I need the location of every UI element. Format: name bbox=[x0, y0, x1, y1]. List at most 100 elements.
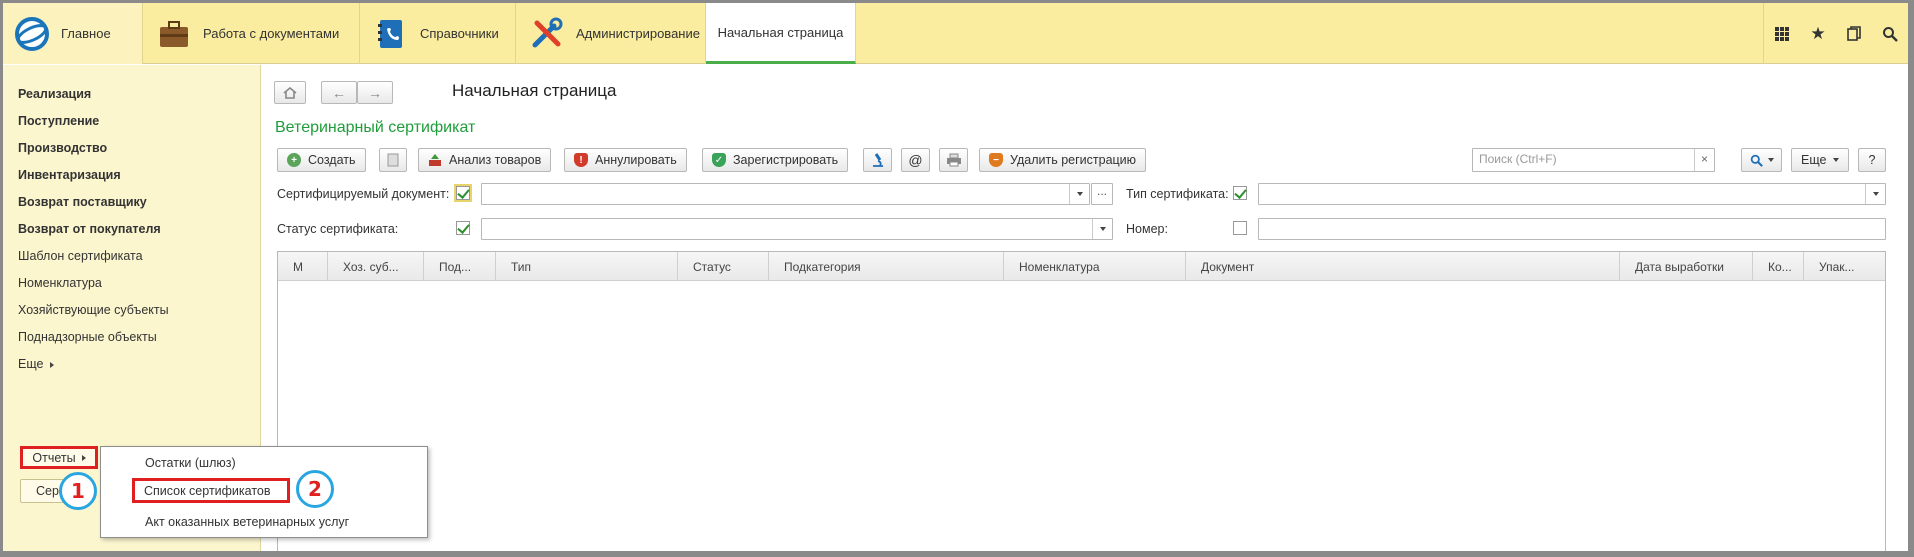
register-label: Зарегистрировать bbox=[733, 153, 839, 167]
section-main-label: Главное bbox=[61, 26, 111, 41]
section-documents-label: Работа с документами bbox=[203, 26, 340, 41]
main-content: ← → Начальная страница Ветеринарный серт… bbox=[262, 65, 1908, 551]
app-logo-icon bbox=[15, 16, 49, 51]
chevron-down-icon[interactable] bbox=[1069, 184, 1089, 204]
clear-icon[interactable]: × bbox=[1694, 149, 1714, 171]
number-checkbox[interactable] bbox=[1233, 221, 1247, 235]
create-button-label: Создать bbox=[308, 153, 356, 167]
sidebar-item-more[interactable]: Еще bbox=[18, 357, 54, 371]
delete-registration-label: Удалить регистрацию bbox=[1010, 153, 1137, 167]
column-header[interactable]: Под... bbox=[424, 252, 496, 280]
sidebar-item-sales[interactable]: Реализация bbox=[18, 87, 91, 101]
sidebar-item-return-customer[interactable]: Возврат от покупателя bbox=[18, 222, 161, 236]
sidebar-item-nomenclature[interactable]: Номенклатура bbox=[18, 276, 102, 290]
cancel-certificate-label: Аннулировать bbox=[595, 153, 677, 167]
back-button[interactable]: ← bbox=[321, 81, 357, 104]
column-header[interactable]: Документ bbox=[1186, 252, 1620, 280]
goods-analysis-button[interactable]: Анализ товаров bbox=[418, 148, 552, 172]
goods-analysis-label: Анализ товаров bbox=[449, 153, 542, 167]
reports-popup-menu: Остатки (шлюз) Список сертификатов Акт о… bbox=[100, 446, 428, 538]
certificate-type-checkbox[interactable] bbox=[1233, 186, 1247, 200]
select-button[interactable]: ... bbox=[1091, 183, 1113, 205]
search-icon[interactable] bbox=[1872, 3, 1908, 64]
menu-item-vet-services-act[interactable]: Акт оказанных ветеринарных услуг bbox=[145, 515, 349, 529]
arrow-right-icon: → bbox=[368, 84, 382, 101]
column-header[interactable]: М bbox=[278, 252, 328, 280]
certified-document-field[interactable] bbox=[481, 183, 1090, 205]
help-button[interactable]: ? bbox=[1858, 148, 1886, 172]
search-placeholder: Поиск (Ctrl+F) bbox=[1479, 152, 1557, 166]
column-header[interactable]: Ко... bbox=[1753, 252, 1804, 280]
create-button[interactable]: + Создать bbox=[277, 148, 366, 172]
section-documents[interactable]: Работа с документами bbox=[143, 3, 360, 64]
grid-icon[interactable] bbox=[1764, 3, 1800, 64]
certificate-status-field[interactable] bbox=[481, 218, 1113, 240]
microscope-button[interactable] bbox=[863, 148, 892, 172]
printer-icon bbox=[946, 153, 961, 167]
column-header[interactable]: Номенклатура bbox=[1004, 252, 1186, 280]
copy-button[interactable] bbox=[379, 148, 407, 172]
chevron-down-icon[interactable] bbox=[1092, 219, 1112, 239]
sidebar-item-inventory[interactable]: Инвентаризация bbox=[18, 168, 121, 182]
sections-panel: Главное Работа с документами Справочники bbox=[3, 3, 1908, 64]
more-button-label: Еще bbox=[1801, 153, 1827, 167]
star-icon[interactable]: ★ bbox=[1800, 3, 1836, 64]
cancel-certificate-button[interactable]: ! Аннулировать bbox=[564, 148, 687, 172]
sidebar-item-supervised-objects[interactable]: Поднадзорные объекты bbox=[18, 330, 157, 344]
search-input[interactable]: Поиск (Ctrl+F) × bbox=[1472, 148, 1715, 172]
section-main[interactable]: Главное bbox=[3, 3, 143, 64]
column-header[interactable]: Подкатегория bbox=[769, 252, 1004, 280]
certificate-status-label: Статус сертификата: bbox=[277, 222, 399, 236]
certificate-type-field[interactable] bbox=[1258, 183, 1886, 205]
reports-button[interactable]: Отчеты bbox=[20, 446, 98, 469]
column-header[interactable]: Тип bbox=[496, 252, 678, 280]
history-icon[interactable] bbox=[1836, 3, 1872, 64]
print-button[interactable] bbox=[939, 148, 968, 172]
number-field[interactable] bbox=[1258, 218, 1886, 240]
home-button[interactable] bbox=[274, 81, 306, 104]
certified-document-label: Сертифицируемый документ: bbox=[277, 187, 450, 201]
table-header: М Хоз. суб... Под... Тип Статус Подкатег… bbox=[278, 252, 1885, 281]
sidebar-item-receipt[interactable]: Поступление bbox=[18, 114, 99, 128]
tab-start-page[interactable]: Начальная страница bbox=[706, 3, 856, 64]
certificates-table[interactable]: М Хоз. суб... Под... Тип Статус Подкатег… bbox=[277, 251, 1886, 551]
search-options-button[interactable] bbox=[1741, 148, 1782, 172]
chevron-down-icon[interactable] bbox=[1865, 184, 1885, 204]
shield-green-icon: ✓ bbox=[712, 153, 726, 167]
page-title: Начальная страница bbox=[452, 81, 617, 100]
briefcase-icon bbox=[160, 20, 188, 47]
section-references[interactable]: Справочники bbox=[360, 3, 516, 64]
register-button[interactable]: ✓ Зарегистрировать bbox=[702, 148, 849, 172]
tools-icon bbox=[532, 17, 563, 47]
column-header[interactable]: Статус bbox=[678, 252, 769, 280]
section-references-label: Справочники bbox=[420, 26, 499, 41]
number-label: Номер: bbox=[1126, 222, 1168, 236]
chevron-down-icon bbox=[1833, 158, 1840, 162]
section-administration[interactable]: Администрирование bbox=[516, 3, 706, 64]
certified-document-checkbox[interactable] bbox=[454, 184, 472, 202]
column-header[interactable]: Хоз. суб... bbox=[328, 252, 424, 280]
sidebar-item-cert-template[interactable]: Шаблон сертификата bbox=[18, 249, 143, 263]
copy-icon bbox=[387, 153, 399, 167]
sidebar-item-production[interactable]: Производство bbox=[18, 141, 107, 155]
section-administration-label: Администрирование bbox=[576, 26, 700, 41]
analysis-icon bbox=[429, 154, 441, 166]
arrow-left-icon: ← bbox=[332, 84, 346, 101]
email-button[interactable]: @ bbox=[901, 148, 930, 172]
form-title: Ветеринарный сертификат bbox=[275, 119, 476, 136]
column-header[interactable]: Упак... bbox=[1804, 252, 1885, 280]
menu-item-balances[interactable]: Остатки (шлюз) bbox=[145, 456, 236, 470]
forward-button[interactable]: → bbox=[357, 81, 393, 104]
more-button[interactable]: Еще bbox=[1791, 148, 1849, 172]
delete-registration-button[interactable]: − Удалить регистрацию bbox=[979, 148, 1147, 172]
phonebook-icon bbox=[378, 19, 402, 48]
sidebar-item-business-entities[interactable]: Хозяйствующие субъекты bbox=[18, 303, 169, 317]
column-header[interactable]: Дата выработки bbox=[1620, 252, 1753, 280]
plus-icon: + bbox=[287, 153, 301, 167]
menu-item-certificate-list[interactable]: Список сертификатов bbox=[132, 478, 290, 503]
certificate-status-checkbox[interactable] bbox=[456, 221, 470, 235]
sidebar-item-return-supplier[interactable]: Возврат поставщику bbox=[18, 195, 147, 209]
certificate-type-label: Тип сертификата: bbox=[1126, 187, 1229, 201]
magnifier-icon bbox=[1750, 154, 1763, 167]
microscope-icon bbox=[872, 153, 883, 167]
